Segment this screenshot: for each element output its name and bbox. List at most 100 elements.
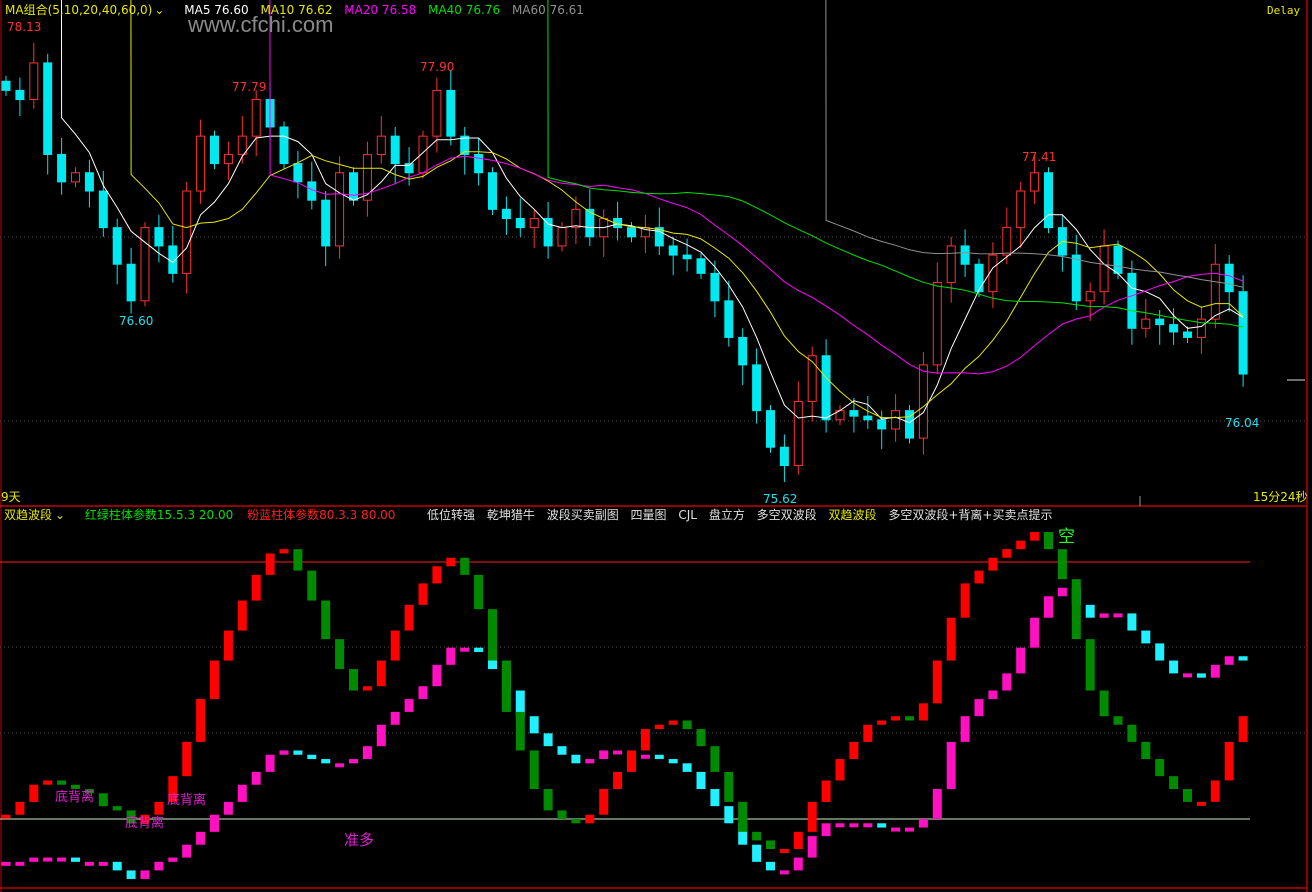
chevron-down-icon: ⌄ bbox=[55, 508, 66, 522]
period-label: 9天 bbox=[1, 490, 21, 504]
red-green-rising-bar bbox=[627, 750, 636, 772]
pink-cyan-rising-bar bbox=[168, 857, 178, 862]
menu-item-four-volume[interactable]: 四量图 bbox=[631, 508, 667, 522]
pink-cyan-rising-bar bbox=[1113, 613, 1123, 618]
pink-cyan-rising-bar bbox=[265, 754, 275, 772]
candle-down bbox=[293, 163, 303, 183]
pink-cyan-falling-bar bbox=[321, 759, 331, 764]
red-green-falling-bar bbox=[529, 750, 539, 790]
pink-cyan-rising-bar bbox=[279, 750, 289, 755]
pink-cyan-falling-bar bbox=[529, 716, 539, 734]
red-green-rising-bar bbox=[1196, 801, 1206, 806]
menu-item-qiankun[interactable]: 乾坤猎牛 bbox=[487, 508, 535, 522]
red-green-rising-bar bbox=[1238, 716, 1248, 742]
candle-down bbox=[1224, 263, 1234, 293]
pink-cyan-falling-bar bbox=[126, 870, 136, 879]
red-green-rising-bar bbox=[418, 583, 428, 605]
ma5-line bbox=[60, 0, 1244, 424]
ma40-line bbox=[547, 0, 1244, 328]
red-green-falling-bar bbox=[321, 600, 331, 640]
candle-up bbox=[140, 227, 150, 302]
menu-item-dual-trend-wave[interactable]: 双趋波段 bbox=[829, 508, 877, 522]
red-green-falling-bar bbox=[1141, 741, 1151, 760]
candle-down bbox=[474, 153, 484, 174]
red-green-rising-bar bbox=[237, 600, 247, 631]
candle-down bbox=[974, 263, 984, 293]
candle-up bbox=[1002, 227, 1012, 256]
candle-down bbox=[779, 446, 789, 467]
candle-down bbox=[488, 172, 497, 210]
pink-cyan-rising-bar bbox=[1183, 673, 1192, 678]
pink-cyan-rising-bar bbox=[1016, 647, 1026, 674]
candle-down bbox=[1044, 172, 1053, 229]
red-green-rising-bar bbox=[932, 660, 942, 704]
candle-up bbox=[988, 254, 998, 293]
pink-cyan-rising-bar bbox=[404, 699, 414, 712]
pink-cyan-rising-bar bbox=[376, 724, 386, 747]
pink-cyan-rising-bar bbox=[154, 861, 164, 871]
red-green-falling-bar bbox=[1057, 549, 1067, 580]
red-green-rising-bar bbox=[779, 848, 789, 853]
red-green-rising-bar bbox=[1016, 540, 1026, 550]
candle-up bbox=[1030, 172, 1040, 192]
red-green-falling-bar bbox=[543, 789, 553, 811]
red-green-falling-bar bbox=[515, 711, 525, 751]
candle-down bbox=[863, 415, 873, 421]
pink-cyan-rising-bar bbox=[335, 763, 345, 768]
price-label-low: 75.62 bbox=[763, 492, 798, 506]
red-green-rising-bar bbox=[376, 660, 386, 687]
pink-cyan-falling-bar bbox=[1238, 656, 1248, 661]
menu-item-low-turn-strong[interactable]: 低位转强 bbox=[427, 508, 475, 522]
menu-item-long-short-wave[interactable]: 多空双波段 bbox=[757, 508, 817, 522]
candle-down bbox=[627, 227, 636, 238]
ma-group-selector[interactable]: MA组合(5,10,20,40,60,0) ⌄ bbox=[5, 3, 172, 17]
pink-cyan-rising-bar bbox=[418, 686, 428, 700]
pink-cyan-falling-bar bbox=[877, 823, 887, 828]
pink-cyan-rising-bar bbox=[946, 741, 956, 790]
red-green-falling-bar bbox=[1127, 724, 1137, 742]
indicator-selector[interactable]: 双趋波段 ⌄ bbox=[4, 508, 73, 522]
pink-cyan-rising-bar bbox=[182, 844, 192, 858]
indicator-menu: 低位转强 乾坤猎牛 波段买卖副图 四量图 CJL 盘立方 多空双波段 双趋波段 … bbox=[427, 508, 1060, 522]
candle-down bbox=[1238, 291, 1248, 375]
candle-up bbox=[1016, 190, 1026, 229]
pink-cyan-rising-bar bbox=[1002, 673, 1012, 691]
pink-cyan-falling-bar bbox=[1169, 660, 1179, 674]
red-green-rising-bar bbox=[891, 716, 901, 721]
candle-up bbox=[251, 99, 261, 137]
ma5-value: MA5 76.60 bbox=[184, 3, 249, 17]
pink-cyan-rising-bar bbox=[849, 823, 859, 828]
red-green-falling-bar bbox=[1169, 776, 1179, 790]
pink-cyan-falling-bar bbox=[682, 763, 692, 772]
red-green-falling-bar bbox=[571, 819, 581, 824]
pink-cyan-rising-bar bbox=[57, 857, 67, 862]
candle-up bbox=[946, 245, 956, 284]
pink-cyan-rising-bar bbox=[446, 647, 456, 665]
candle-down bbox=[126, 263, 136, 302]
price-label-high: 77.90 bbox=[420, 60, 455, 74]
pink-cyan-falling-bar bbox=[696, 771, 706, 790]
candle-down bbox=[696, 258, 706, 274]
candle-down bbox=[1113, 245, 1123, 274]
red-green-rising-bar bbox=[210, 660, 219, 700]
red-green-falling-bar bbox=[724, 771, 734, 802]
pink-cyan-falling-bar bbox=[1155, 643, 1165, 661]
red-green-rising-bar bbox=[835, 759, 845, 781]
red-green-falling-bar bbox=[307, 570, 317, 601]
red-green-rising-bar bbox=[793, 831, 803, 849]
bottom-divergence-annotation: 底背离 bbox=[55, 790, 95, 805]
candle-down bbox=[279, 126, 289, 165]
menu-item-pan-cube[interactable]: 盘立方 bbox=[709, 508, 745, 522]
red-green-rising-bar bbox=[446, 557, 456, 567]
ma-legend: MA组合(5,10,20,40,60,0) ⌄ MA5 76.60 MA10 76… bbox=[5, 3, 592, 17]
ma60-value: MA60 76.61 bbox=[511, 3, 584, 17]
candle-down bbox=[752, 364, 762, 412]
red-green-falling-bar bbox=[557, 810, 567, 819]
red-green-falling-bar bbox=[905, 716, 914, 721]
menu-item-cjl[interactable]: CJL bbox=[678, 508, 697, 522]
menu-item-wave-trade[interactable]: 波段买卖副图 bbox=[547, 508, 619, 522]
red-green-param: 红绿柱体参数15.5.3 20.00 bbox=[84, 508, 234, 522]
candle-up bbox=[571, 208, 581, 229]
menu-item-long-short-divergence[interactable]: 多空双波段+背离+买卖点提示 bbox=[888, 508, 1052, 522]
red-green-rising-bar bbox=[974, 570, 984, 584]
